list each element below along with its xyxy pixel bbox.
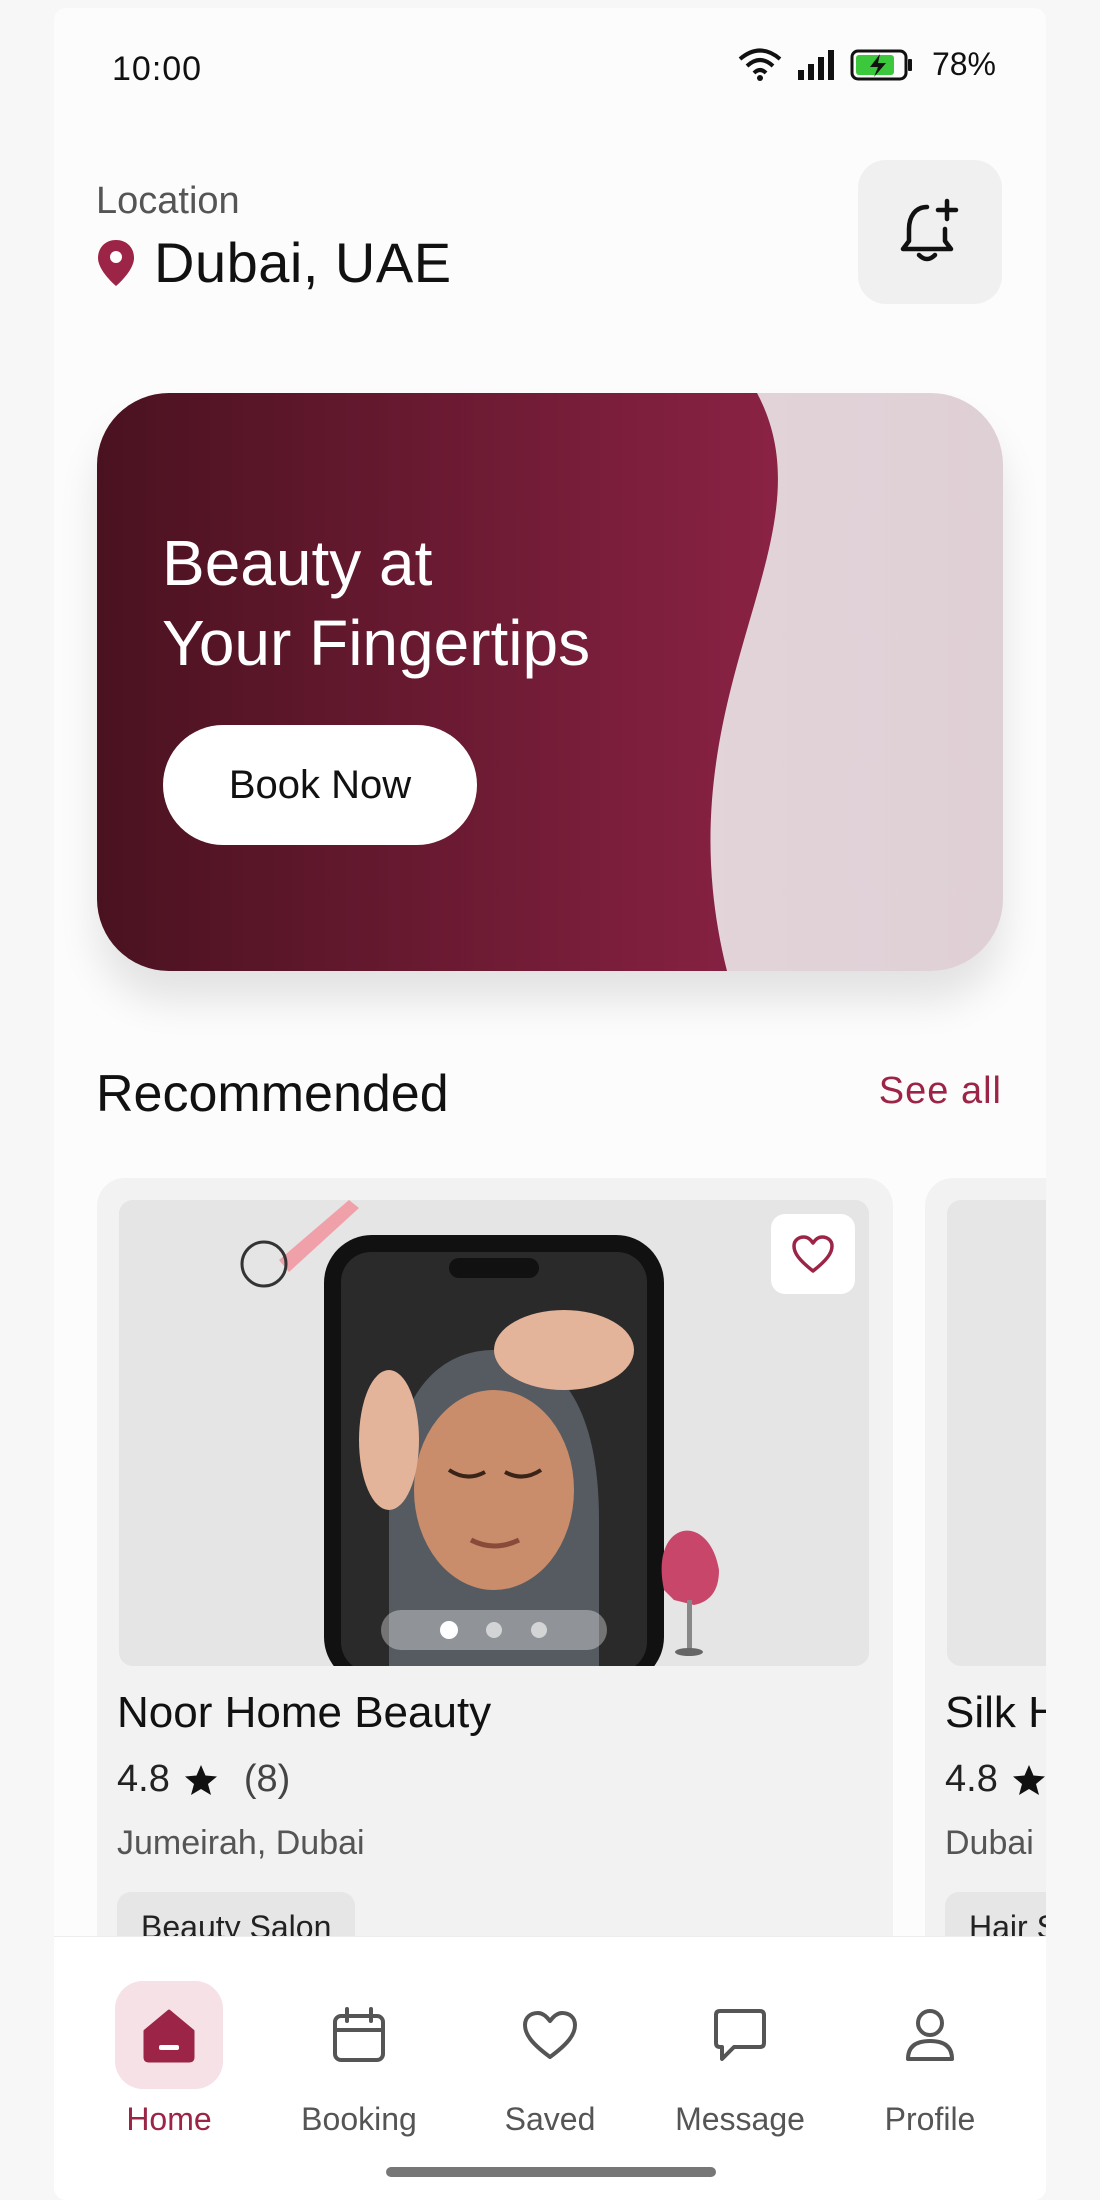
salon-card[interactable]: Silk H 4.8 Dubai Hair S	[925, 1178, 1046, 1998]
salon-photo-illustration	[119, 1200, 869, 1666]
signal-icon	[797, 49, 834, 80]
star-icon	[184, 1764, 217, 1795]
review-count: (8)	[243, 1758, 291, 1800]
bottom-navigation: Home Booking Saved Message Profile	[54, 1936, 1046, 2200]
promo-banner: Beauty at Your Fingertips Book Now	[97, 393, 1003, 971]
location-pin-icon	[98, 239, 134, 286]
salon-rating: 4.8 (8)	[117, 1758, 290, 1801]
status-icons: 78%	[738, 46, 996, 83]
rating-value: 4.8	[117, 1758, 170, 1800]
nav-label: Booking	[301, 2101, 417, 2137]
heart-icon	[523, 2011, 577, 2059]
salon-name: Noor Home Beauty	[117, 1688, 492, 1737]
nav-label: Message	[675, 2101, 805, 2137]
home-icon	[143, 2009, 195, 2063]
calendar-icon	[333, 2007, 385, 2062]
location-selector[interactable]: Dubai, UAE	[96, 230, 452, 295]
battery-percentage: 78%	[931, 46, 996, 82]
bell-plus-icon	[900, 198, 959, 262]
heart-icon	[792, 1235, 834, 1273]
nav-label: Saved	[504, 2101, 596, 2137]
star-icon	[1012, 1764, 1045, 1795]
location-label: Location	[96, 180, 240, 222]
nav-saved[interactable]: Saved	[470, 1981, 630, 2138]
nav-booking[interactable]: Booking	[279, 1981, 439, 2138]
salon-card[interactable]: Noor Home Beauty 4.8 (8) Jumeirah, Dubai…	[97, 1178, 893, 1998]
home-indicator	[386, 2167, 716, 2177]
nav-label: Profile	[884, 2101, 976, 2137]
section-title: Recommended	[96, 1065, 449, 1123]
salon-rating: 4.8	[945, 1758, 1046, 1801]
chat-icon	[714, 2009, 766, 2061]
nav-message[interactable]: Message	[660, 1981, 820, 2138]
nav-home[interactable]: Home	[89, 1981, 249, 2138]
notification-button[interactable]	[858, 160, 1002, 304]
salon-image	[947, 1200, 1046, 1666]
salon-location: Dubai	[945, 1824, 1034, 1862]
app-screen: 10:00 78% Location Dubai, UAE Beauty at …	[54, 8, 1046, 2200]
salon-location: Jumeirah, Dubai	[117, 1824, 365, 1862]
status-time: 10:00	[112, 50, 203, 88]
nav-profile[interactable]: Profile	[850, 1981, 1010, 2138]
nav-label: Home	[126, 2101, 212, 2137]
book-now-button[interactable]: Book Now	[163, 725, 477, 845]
user-icon	[906, 2009, 954, 2061]
banner-headline: Beauty at Your Fingertips	[162, 527, 591, 679]
salon-image	[119, 1200, 869, 1666]
wifi-icon	[738, 48, 782, 81]
location-value: Dubai, UAE	[154, 231, 452, 294]
battery-icon	[850, 49, 912, 80]
favorite-button[interactable]	[771, 1214, 855, 1294]
rating-value: 4.8	[945, 1758, 998, 1800]
salon-name: Silk H	[945, 1688, 1046, 1737]
see-all-link[interactable]: See all	[879, 1070, 1002, 1113]
